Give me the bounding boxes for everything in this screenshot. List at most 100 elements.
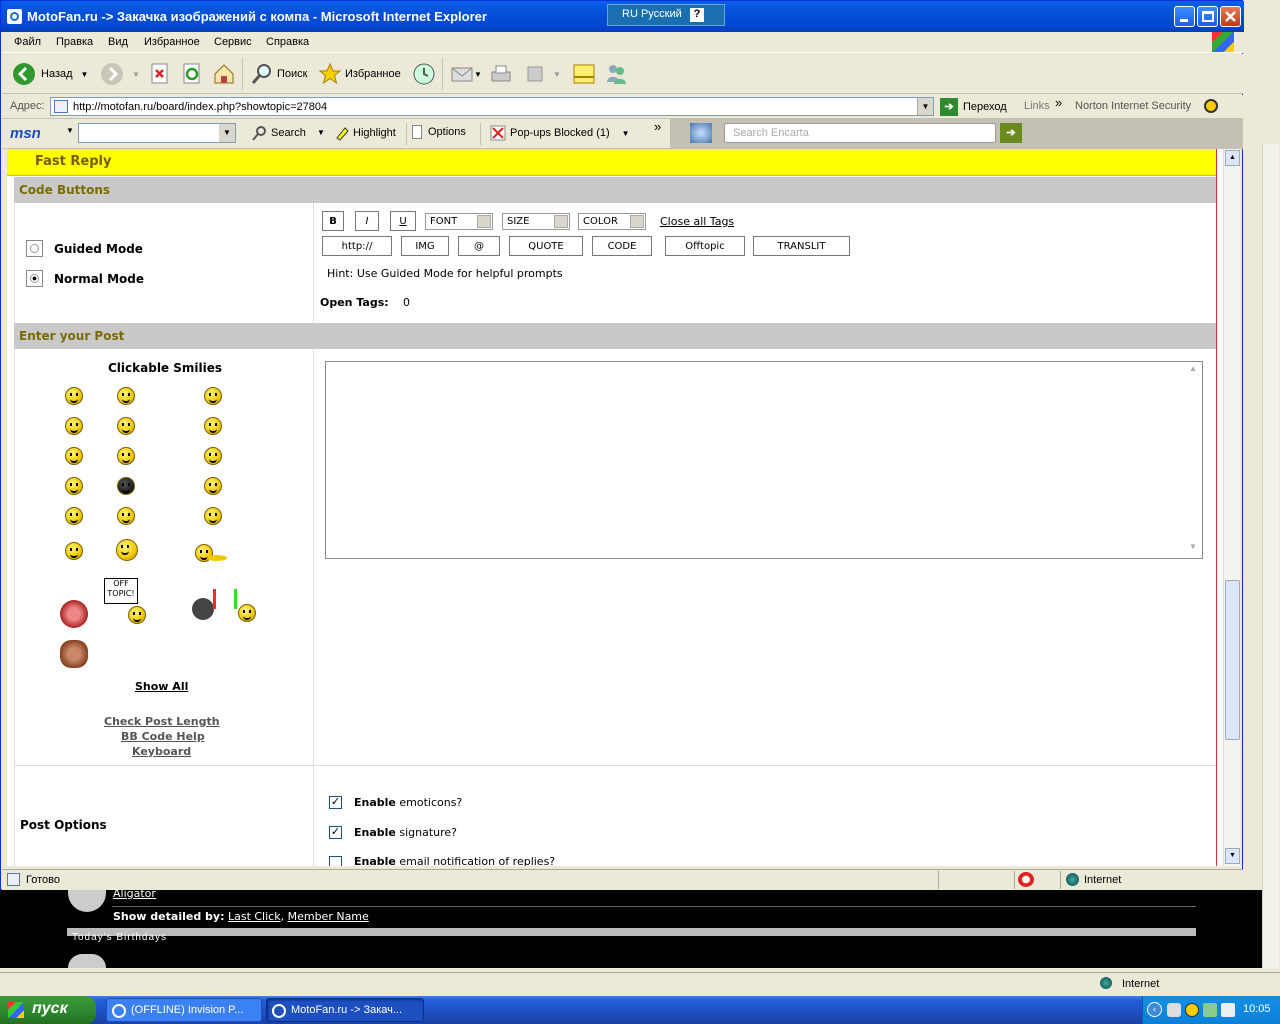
unsure-icon[interactable] xyxy=(117,417,135,435)
textarea-scroll-down[interactable]: ▼ xyxy=(1186,542,1200,556)
favorites-button[interactable]: Избранное xyxy=(318,60,401,88)
offtopic-smile-icon[interactable] xyxy=(128,606,146,624)
code-button[interactable]: CODE xyxy=(592,236,652,256)
network-icon[interactable] xyxy=(1167,1003,1181,1017)
back-button[interactable]: Назад ▼ xyxy=(12,60,88,88)
enable-email-notification-checkbox[interactable] xyxy=(329,856,342,866)
page-scrollbar[interactable]: ▲ ▼ xyxy=(1223,149,1240,866)
chevron-icon[interactable]: » xyxy=(654,119,661,134)
post-textarea[interactable]: ▲ ▼ xyxy=(325,361,1203,559)
close-all-tags-link[interactable]: Close all Tags xyxy=(660,215,734,228)
quote-button[interactable]: QUOTE xyxy=(509,236,583,256)
highlight-button[interactable]: Highlight xyxy=(334,125,396,141)
happy-icon[interactable] xyxy=(204,387,222,405)
norton-label[interactable]: Norton Internet Security xyxy=(1075,100,1191,112)
messenger-button[interactable] xyxy=(604,60,628,88)
huh-icon[interactable] xyxy=(117,447,135,465)
email-button[interactable]: @ xyxy=(458,236,500,256)
address-dropdown[interactable]: ▼ xyxy=(917,98,933,115)
go-button[interactable]: ➔ Переход xyxy=(940,97,1020,117)
taskbar-item-offline[interactable]: (OFFLINE) Invision P... xyxy=(106,998,262,1022)
scroll-thumb[interactable] xyxy=(1225,580,1240,740)
bold-button[interactable]: B xyxy=(322,211,344,231)
maximize-button[interactable] xyxy=(1197,6,1218,27)
menu-help[interactable]: Справка xyxy=(266,36,309,48)
menu-favorites[interactable]: Избранное xyxy=(144,36,200,48)
search-button[interactable]: Поиск xyxy=(250,60,307,88)
smile-icon[interactable] xyxy=(65,387,83,405)
textarea-scroll-up[interactable]: ▲ xyxy=(1186,364,1200,378)
tray-app-icon[interactable] xyxy=(1203,1003,1217,1017)
edit-button[interactable]: ▼ xyxy=(525,60,561,88)
chevron-icon[interactable]: » xyxy=(1055,95,1062,110)
show-all-link[interactable]: Show All xyxy=(135,680,188,693)
msn-search-input[interactable]: ▼ xyxy=(78,123,236,143)
offtopic-sign-icon[interactable]: OFF TOPIC! xyxy=(104,578,138,604)
sad-icon[interactable] xyxy=(117,387,135,405)
encarta-search-input[interactable]: Search Encarta xyxy=(724,123,996,143)
taskbar-item-motofan[interactable]: MotoFan.ru -> Закач... xyxy=(266,998,424,1022)
language-bar[interactable]: RU Русский ? xyxy=(607,4,725,26)
bb-code-help-link[interactable]: BB Code Help xyxy=(121,730,205,743)
ninja-icon[interactable] xyxy=(117,477,135,495)
translit-button[interactable]: TRANSLIT xyxy=(753,236,850,256)
address-input[interactable]: http://motofan.ru/board/index.php?showto… xyxy=(50,97,934,116)
encarta-go-icon[interactable]: ➔ xyxy=(1000,123,1022,143)
menu-view[interactable]: Вид xyxy=(108,36,128,48)
rolleyes-icon[interactable] xyxy=(204,477,222,495)
member-name-link[interactable]: Member Name xyxy=(288,910,369,923)
size-select[interactable]: SIZE xyxy=(502,213,570,230)
home-button[interactable] xyxy=(212,60,236,88)
notes-button[interactable] xyxy=(572,60,596,88)
menu-file[interactable]: Файл xyxy=(14,36,41,48)
norton-tray-icon[interactable] xyxy=(1185,1003,1199,1017)
enable-signature-checkbox[interactable]: ✓ xyxy=(329,826,342,839)
norton-icon[interactable] xyxy=(1204,99,1218,113)
laugh-icon[interactable] xyxy=(204,447,222,465)
redhead-icon[interactable] xyxy=(60,600,88,628)
background-scrollbar[interactable] xyxy=(1262,144,1279,968)
history-button[interactable] xyxy=(412,60,436,88)
vader-icon[interactable] xyxy=(192,598,214,620)
jedi-smile-icon[interactable] xyxy=(238,604,256,622)
wink-icon[interactable] xyxy=(117,507,135,525)
scroll-up-button[interactable]: ▲ xyxy=(1225,150,1240,166)
angry-icon[interactable] xyxy=(204,417,222,435)
font-select[interactable]: FONT xyxy=(425,213,493,230)
msn-logo[interactable]: msn xyxy=(10,125,41,142)
refresh-button[interactable] xyxy=(182,60,202,88)
url-button[interactable]: http:// xyxy=(322,236,392,256)
help-icon[interactable]: ? xyxy=(690,8,704,22)
blink-icon[interactable] xyxy=(65,447,83,465)
minimize-button[interactable] xyxy=(1174,6,1195,27)
creature-icon[interactable] xyxy=(60,640,88,668)
keyboard-link[interactable]: Keyboard xyxy=(132,745,191,758)
dry-icon[interactable] xyxy=(65,507,83,525)
msn-search-dropdown[interactable]: ▼ xyxy=(219,124,235,142)
popups-blocked-button[interactable]: Pop-ups Blocked (1) ▼ xyxy=(490,125,630,141)
italic-button[interactable]: I xyxy=(355,211,379,231)
popup-blocker-status-icon[interactable] xyxy=(1018,872,1034,887)
menu-edit[interactable]: Правка xyxy=(56,36,93,48)
mail-button[interactable]: ▼ xyxy=(450,60,482,88)
print-button[interactable] xyxy=(489,60,513,88)
ohmy-icon[interactable] xyxy=(65,477,83,495)
stop-button[interactable] xyxy=(150,60,170,88)
menu-tools[interactable]: Сервис xyxy=(214,36,252,48)
guided-mode-radio[interactable] xyxy=(26,240,43,257)
check-post-length-link[interactable]: Check Post Length xyxy=(104,715,220,728)
offtopic-button[interactable]: Offtopic xyxy=(665,236,745,256)
msn-dropdown[interactable]: ▼ xyxy=(66,126,74,135)
underline-button[interactable]: U xyxy=(390,211,416,231)
enable-emoticons-checkbox[interactable]: ✓ xyxy=(329,796,342,809)
last-click-link[interactable]: Last Click xyxy=(228,910,281,923)
img-button[interactable]: IMG xyxy=(401,236,449,256)
volume-icon[interactable] xyxy=(1221,1003,1235,1017)
start-button[interactable]: пуск xyxy=(0,996,96,1024)
msn-search-button[interactable]: Search xyxy=(252,125,306,141)
normal-mode-radio[interactable] xyxy=(26,270,43,287)
grin-icon[interactable] xyxy=(65,417,83,435)
biggrin-icon[interactable] xyxy=(65,542,83,560)
close-button[interactable] xyxy=(1220,6,1241,27)
tray-expand-icon[interactable]: ‹ xyxy=(1147,1002,1162,1017)
